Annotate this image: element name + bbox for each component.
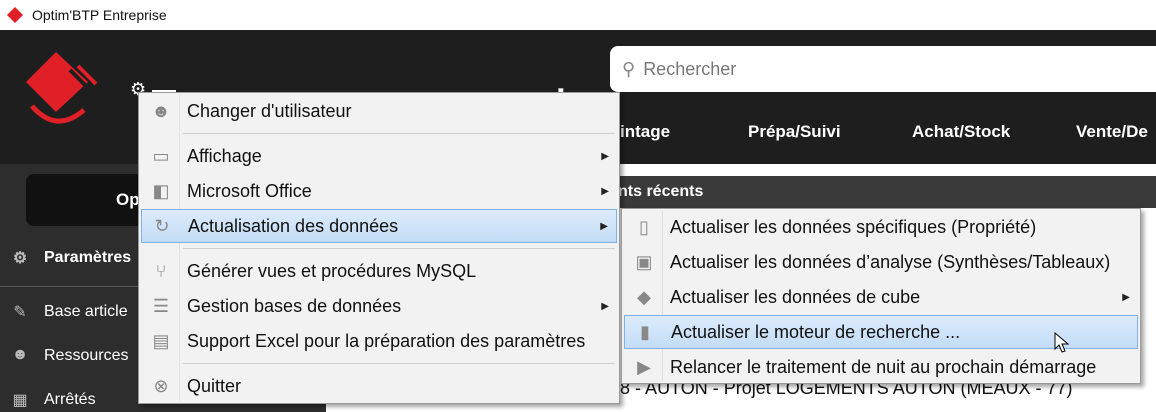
submenu-item-donnees-specifiques[interactable]: ▯ Actualiser les données spécifiques (Pr… [624, 211, 1138, 243]
play-icon: ▶ [637, 356, 651, 377]
menu-item-changer-utilisateur[interactable]: ☻ Changer d'utilisateur [141, 95, 617, 127]
search-box[interactable]: ⚲ [610, 46, 1156, 92]
tab-intage[interactable]: intage [620, 112, 670, 152]
cube-icon: ◆ [637, 286, 651, 307]
sidebar-item-arretes[interactable]: ▦ Arrêtés [10, 390, 96, 410]
menu-item-actualisation-donnees[interactable]: ↻ Actualisation des données ▶ [141, 209, 617, 243]
menu-item-label: Affichage [187, 145, 262, 166]
menu-item-label: Actualiser les données de cube [670, 286, 921, 307]
menu-separator [183, 248, 615, 249]
submenu-arrow-icon: ▶ [601, 300, 609, 312]
menu-item-support-excel[interactable]: ▤ Support Excel pour la préparation des … [141, 325, 617, 357]
menu-separator [183, 363, 615, 364]
app-logo-icon [7, 7, 23, 23]
menu-item-label: Actualiser le moteur de recherche ... [671, 321, 961, 342]
menu-item-generer-mysql[interactable]: ⑂ Générer vues et procédures MySQL [141, 255, 617, 287]
document-icon: ▯ [639, 216, 649, 237]
menu-item-label: Actualisation des données [188, 215, 399, 236]
sidebar-item-label: Ressources [44, 347, 129, 364]
window-title: Optim'BTP Entreprise [32, 7, 167, 23]
window-titlebar: Optim'BTP Entreprise [0, 0, 1156, 30]
excel-icon: ▤ [152, 330, 170, 351]
menu-item-label: Générer vues et procédures MySQL [187, 260, 477, 281]
sidebar-item-label: Paramètres [44, 249, 132, 266]
close-circle-icon: ⊗ [153, 375, 169, 396]
database-icon: ☰ [152, 295, 170, 316]
menu-item-label: Gestion bases de données [187, 295, 402, 316]
sidebar-item-label: Base article [44, 303, 128, 320]
calendar-icon: ▦ [12, 392, 28, 409]
submenu-arrow-icon: ▶ [601, 185, 609, 197]
printer-icon: ▣ [635, 251, 653, 272]
menu-item-microsoft-office[interactable]: ◧ Microsoft Office ▶ [141, 175, 617, 207]
submenu-item-donnees-cube[interactable]: ◆ Actualiser les données de cube ▶ [624, 281, 1138, 313]
submenu-item-donnees-analyse[interactable]: ▣ Actualiser les données d’analyse (Synt… [624, 246, 1138, 278]
sidebar-item-label: Arrêtés [44, 391, 96, 408]
tab-achat-stock[interactable]: Achat/Stock [912, 112, 1010, 152]
submenu-arrow-icon: ▶ [601, 150, 609, 162]
gears-icon: ⚙ [12, 250, 28, 267]
sidebar-item-parametres[interactable]: ⚙ Paramètres [10, 248, 131, 268]
mouse-cursor-icon [1054, 332, 1070, 353]
pencil-icon: ✎ [13, 304, 27, 321]
search-input[interactable] [643, 58, 1124, 80]
tab-vente[interactable]: Vente/De [1076, 112, 1148, 152]
refresh-icon: ↻ [154, 215, 170, 236]
submenu-arrow-icon: ▶ [1122, 291, 1130, 303]
actualisation-submenu: ▯ Actualiser les données spécifiques (Pr… [621, 208, 1141, 384]
menu-item-label: Changer d'utilisateur [187, 100, 352, 121]
tab-prepa-suivi[interactable]: Prépa/Suivi [748, 112, 841, 152]
search-icon: ⚲ [622, 58, 636, 79]
menu-item-quitter[interactable]: ⊗ Quitter [141, 370, 617, 402]
menu-item-gestion-bases[interactable]: ☰ Gestion bases de données ▶ [141, 290, 617, 322]
sidebar-item-base-article[interactable]: ✎ Base article [10, 302, 128, 322]
menu-item-label: Support Excel pour la préparation des pa… [187, 330, 586, 351]
menu-item-label: Actualiser les données d’analyse (Synthè… [670, 251, 1111, 272]
mysql-icon: ⑂ [155, 260, 167, 281]
search-engine-icon: ▮ [640, 321, 650, 342]
submenu-arrow-icon: ▶ [600, 220, 608, 232]
user-switch-icon: ☻ [151, 100, 171, 121]
submenu-item-relancer-traitement[interactable]: ▶ Relancer le traitement de nuit au proc… [624, 351, 1138, 383]
menu-separator [183, 133, 615, 134]
menu-item-affichage[interactable]: ▭ Affichage ▶ [141, 140, 617, 172]
menu-item-label: Quitter [187, 375, 242, 396]
brand-logo-icon[interactable] [22, 48, 102, 132]
sidebar-item-ressources[interactable]: ☻ Ressources [10, 346, 129, 366]
main-context-menu: ☻ Changer d'utilisateur ▭ Affichage ▶ ◧ … [138, 92, 620, 404]
menu-item-label: Microsoft Office [187, 180, 312, 201]
office-icon: ◧ [152, 180, 170, 201]
menu-item-label: Actualiser les données spécifiques (Prop… [670, 216, 1037, 237]
monitor-icon: ▭ [152, 145, 170, 166]
menu-item-label: Relancer le traitement de nuit au procha… [670, 356, 1097, 377]
users-icon: ☻ [11, 346, 29, 363]
